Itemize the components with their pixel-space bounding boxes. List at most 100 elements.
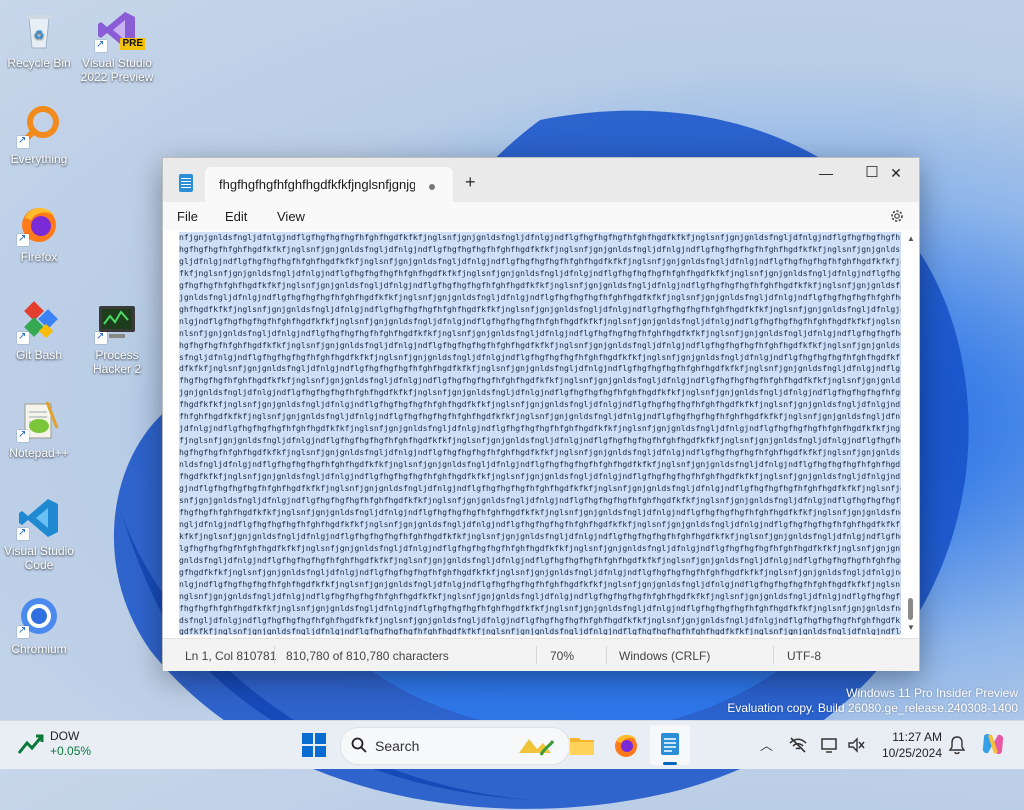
desktop-icon-chromium[interactable]: Chromium: [0, 594, 78, 656]
watermark-build: Evaluation copy. Build 26080.ge_release.…: [727, 701, 1018, 715]
desktop-icon-recycle-bin[interactable]: ♻ Recycle Bin: [0, 8, 78, 70]
desktop-icon-label: Notepad++: [9, 446, 69, 460]
text-line: fhgfhgfhgfhfghfhgdfkfkfjnglsnfjgnjgnldsf…: [179, 375, 901, 388]
line-ending[interactable]: Windows (CRLF): [619, 649, 710, 663]
settings-gear-icon[interactable]: [889, 208, 905, 224]
scroll-up-arrow-icon[interactable]: ▲: [907, 234, 915, 243]
minimize-button[interactable]: —: [803, 158, 849, 188]
text-line: fhgdfkfkfjnglsnfjgnjgnldsfngljdfnlgjndfl…: [179, 399, 901, 412]
desktop-icon-visual-studio-2022-preview[interactable]: PRE Visual Studio 2022 Preview: [78, 8, 156, 84]
desktop-icon-visual-studio-code[interactable]: Visual Studio Code: [0, 496, 78, 572]
text-editor[interactable]: nfjgnjgnldsfngljdfnlgjndflgfhgfhgfhgfhfg…: [163, 230, 919, 638]
desktop-icon-label: Visual Studio Code: [4, 544, 74, 572]
stock-name: DOW: [50, 729, 80, 743]
text-line: fhfghfhgdfkfkfjnglsnfjgnjgnldsfngljdfnlg…: [179, 411, 901, 424]
text-line: jgnldsfngljdfnlgjndflgfhgfhgfhgfhfghfhgd…: [179, 291, 901, 304]
text-line: snfjgnjgnldsfngljdfnlgjndflgfhgfhgfhgfhf…: [179, 494, 901, 507]
everything-search-icon: [17, 104, 61, 148]
text-line: hgfhgfhgfhfghfhgdfkfkfjnglsnfjgnjgnldsfn…: [179, 243, 901, 256]
text-line: nlgjndflgfhgfhgfhgfhfghfhgdfkfkfjnglsnfj…: [179, 578, 901, 591]
volume-muted-icon[interactable]: [846, 735, 866, 755]
visual-studio-code-icon: [17, 496, 61, 540]
status-divider: [606, 646, 607, 664]
text-line: jgnjgnldsfngljdfnlgjndflgfhgfhgfhgfhfghf…: [179, 387, 901, 400]
desktop-icon-label: Chromium: [11, 642, 67, 656]
shortcut-arrow-icon: [95, 330, 107, 344]
menu-edit[interactable]: Edit: [225, 209, 247, 224]
taskbar: DOW +0.05% Search ︿ 11:27 AM 10/25/2024: [0, 720, 1024, 769]
text-line: kfkfjnglsnfjgnjgnldsfngljdfnlgjndflgfhgf…: [179, 530, 901, 543]
visual-studio-preview-icon: PRE: [95, 8, 145, 52]
taskbar-clock[interactable]: 11:27 AM 10/25/2024: [882, 729, 942, 761]
new-tab-button[interactable]: +: [465, 173, 476, 191]
process-hacker-icon: [95, 300, 139, 344]
start-windows-icon[interactable]: [300, 731, 328, 759]
text-line: hgfhgfhgfhfghfhgdfkfkfjnglsnfjgnjgnldsfn…: [179, 447, 901, 460]
show-hidden-icons-chevron-icon[interactable]: ︿: [760, 735, 773, 754]
text-cursor-icon: [791, 629, 793, 635]
scrollbar-thumb[interactable]: [908, 598, 913, 620]
notepad-app-icon: [179, 174, 193, 192]
shortcut-arrow-icon: [17, 624, 29, 638]
text-line: nglsnfjgnjgnldsfngljdfnlgjndflgfhgfhgfhg…: [179, 590, 901, 603]
clock-date: 10/25/2024: [881, 746, 942, 760]
active-app-indicator: [663, 762, 677, 765]
menu-view[interactable]: View: [277, 209, 305, 224]
git-bash-icon: [17, 300, 61, 344]
editor-text-area[interactable]: nfjgnjgnldsfngljdfnlgjndflgfhgfhgfhgfhfg…: [179, 232, 901, 635]
stock-trend-icon: [18, 734, 44, 754]
scroll-down-arrow-icon[interactable]: ▼: [907, 623, 915, 632]
desktop-icon-label: Everything: [10, 152, 68, 166]
menu-file[interactable]: File: [177, 209, 198, 224]
svg-text:♻: ♻: [34, 28, 45, 42]
display-icon[interactable]: [820, 735, 840, 755]
text-line: gnldsfngljdfnlgjndflgfhgfhgfhgfhfghfhgdf…: [179, 554, 901, 567]
text-line: fhgfhgfhfghfhgdfkfkfjnglsnfjgnjgnldsfngl…: [179, 602, 901, 615]
tab-title: fhgfhgfhgfhfghfhgdfkfkfjnglsnfjgnjgnlds: [219, 177, 415, 192]
text-line: fhgfhgfhfghfhgdfkfkfjnglsnfjgnjgnldsfngl…: [179, 506, 901, 519]
vertical-scrollbar[interactable]: ▲ ▼: [905, 232, 917, 634]
search-highlight-icon: [519, 739, 555, 756]
desktop-icon-notepad-plus-plus[interactable]: Notepad++: [0, 398, 78, 460]
desktop-icon-process-hacker[interactable]: Process Hacker 2: [78, 300, 156, 376]
text-line: fhgdfkfkfjnglsnfjgnjgnldsfngljdfnlgjndfl…: [179, 471, 901, 484]
encoding[interactable]: UTF-8: [787, 649, 821, 663]
shortcut-arrow-icon: [95, 38, 107, 52]
file-explorer-icon[interactable]: [568, 731, 596, 759]
unsaved-dot-icon[interactable]: [429, 184, 435, 190]
notification-bell-icon[interactable]: [948, 735, 966, 755]
watermark-edition: Windows 11 Pro Insider Preview: [846, 686, 1018, 700]
taskbar-search-box[interactable]: Search: [340, 727, 570, 765]
status-bar: Ln 1, Col 810781 810,780 of 810,780 char…: [163, 638, 919, 671]
recycle-bin-icon: ♻: [17, 8, 61, 52]
chromium-icon: [17, 594, 61, 638]
zoom-level[interactable]: 70%: [550, 649, 574, 663]
shortcut-arrow-icon: [17, 428, 29, 442]
cursor-position: Ln 1, Col 810781: [185, 649, 277, 663]
text-line: nfjgnjgnldsfngljdfnlgjndflgfhgfhgfhgfhfg…: [179, 232, 901, 244]
desktop-icon-git-bash[interactable]: Git Bash: [0, 300, 78, 362]
tab-document[interactable]: fhgfhgfhgfhfghfhgdfkfkfjnglsnfjgnjgnlds: [205, 167, 453, 202]
shortcut-arrow-icon: [17, 134, 29, 148]
notepad-taskbar-button[interactable]: [650, 725, 690, 765]
desktop-icon-everything[interactable]: Everything: [0, 104, 78, 166]
shortcut-arrow-icon: [17, 330, 29, 344]
text-line: hgfhgfhgfhfghfhgdfkfkfjnglsnfjgnjgnldsfn…: [179, 339, 901, 352]
desktop-icon-firefox[interactable]: Firefox: [0, 202, 78, 264]
title-bar[interactable]: fhgfhgfhgfhfghfhgdfkfkfjnglsnfjgnjgnlds …: [163, 158, 919, 202]
shortcut-arrow-icon: [17, 232, 29, 246]
text-line: ngljdfnlgjndflgfhgfhgfhgfhfghfhgdfkfkfjn…: [179, 518, 901, 531]
text-line: sfngljdfnlgjndflgfhgfhgfhgfhfghfhgdfkfkf…: [179, 351, 901, 364]
desktop-icon-label: Firefox: [20, 250, 58, 264]
firefox-taskbar-icon[interactable]: [612, 731, 640, 759]
text-line: nlgjndflgfhgfhgfhgfhfghfhgdfkfkfjnglsnfj…: [179, 315, 901, 328]
copilot-icon[interactable]: [980, 731, 1006, 757]
notepad-window: fhgfhgfhgfhfghfhgdfkfkfjnglsnfjgnjgnlds …: [162, 157, 920, 671]
close-button[interactable]: ✕: [873, 158, 919, 188]
network-offline-icon[interactable]: [788, 735, 808, 755]
desktop-icon-label: Recycle Bin: [7, 56, 71, 70]
search-icon: [351, 737, 367, 753]
status-divider: [773, 646, 774, 664]
character-count: 810,780 of 810,780 characters: [286, 649, 449, 663]
desktop-icon-label: Process Hacker 2: [92, 348, 142, 376]
